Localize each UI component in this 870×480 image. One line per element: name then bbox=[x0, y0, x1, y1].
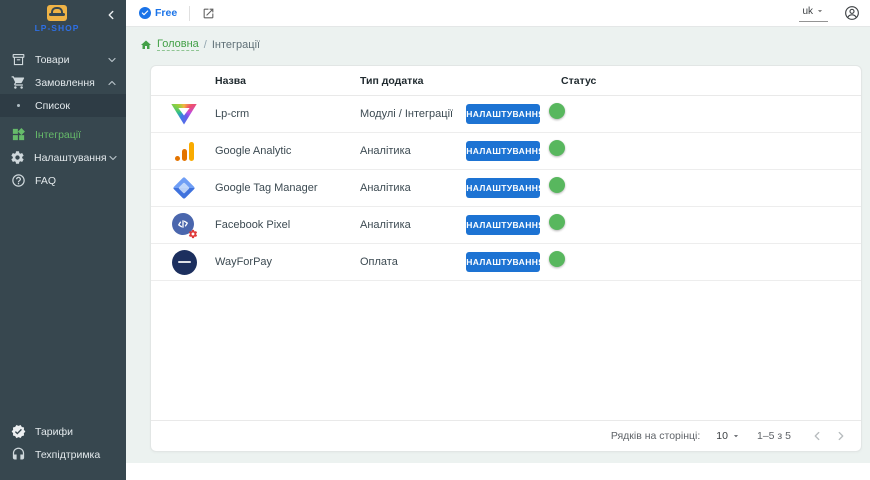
integration-type: Оплата bbox=[360, 256, 466, 268]
external-link-icon[interactable] bbox=[202, 7, 215, 20]
topbar: Free uk bbox=[126, 0, 870, 27]
app-window: LP-SHOP Товари Замовлення bbox=[0, 0, 870, 480]
widgets-icon bbox=[10, 127, 26, 143]
rows-per-page-label: Рядків на сторінці: bbox=[611, 430, 700, 442]
previous-page-icon[interactable] bbox=[809, 428, 825, 444]
sidebar-item-integrations[interactable]: Інтеграції bbox=[0, 123, 126, 146]
wayforpay-logo-icon bbox=[169, 250, 199, 275]
settings-button[interactable]: НАЛАШТУВАННЯ bbox=[466, 252, 540, 272]
header-status: Статус bbox=[561, 75, 847, 87]
integrations-card: Назва Тип додатка Статус Lp-crm Модулі /… bbox=[150, 65, 862, 452]
shop-bag-logo-icon bbox=[47, 5, 67, 21]
sidebar-item-products[interactable]: Товари bbox=[0, 48, 126, 71]
sidebar-item-label: Товари bbox=[35, 54, 106, 66]
integration-name: WayForPay bbox=[215, 256, 360, 268]
caret-down-icon bbox=[815, 6, 825, 16]
breadcrumb: Головна / Інтеграції bbox=[126, 27, 870, 51]
account-avatar-icon[interactable] bbox=[844, 5, 860, 21]
google-tag-manager-logo-icon bbox=[169, 180, 199, 196]
pagination-range: 1–5 з 5 bbox=[757, 430, 791, 442]
sidebar-subitem-list[interactable]: Список bbox=[0, 94, 126, 117]
sidebar-item-faq[interactable]: FAQ bbox=[0, 169, 126, 192]
rows-per-page-select[interactable]: 10 bbox=[716, 430, 741, 442]
google-analytics-logo-icon bbox=[169, 141, 199, 161]
settings-button[interactable]: НАЛАШТУВАННЯ bbox=[466, 104, 540, 124]
sidebar-nav: Товари Замовлення Список bbox=[0, 48, 126, 192]
logo-area: LP-SHOP bbox=[0, 0, 126, 46]
integration-name: Facebook Pixel bbox=[215, 219, 360, 231]
table-row: WayForPay Оплата НАЛАШТУВАННЯ bbox=[151, 244, 861, 281]
pagination-bar: Рядків на сторінці: 10 1–5 з 5 bbox=[151, 420, 861, 451]
archive-icon bbox=[10, 52, 26, 68]
sidebar-item-label: FAQ bbox=[35, 175, 118, 187]
sidebar-item-label: Інтеграції bbox=[35, 129, 118, 141]
check-badge-icon bbox=[139, 7, 151, 19]
settings-button[interactable]: НАЛАШТУВАННЯ bbox=[466, 215, 540, 235]
table-row: Facebook Pixel Аналітика НАЛАШТУВАННЯ bbox=[151, 207, 861, 244]
content-area: Головна / Інтеграції Назва Тип додатка С… bbox=[126, 27, 870, 463]
pagination-controls bbox=[809, 428, 849, 444]
breadcrumb-separator: / bbox=[204, 39, 207, 51]
language-value: uk bbox=[802, 6, 813, 17]
integration-type: Модулі / Інтеграції bbox=[360, 108, 466, 120]
topbar-divider bbox=[189, 6, 190, 21]
integration-name: Google Tag Manager bbox=[215, 182, 360, 194]
sidebar-item-label: Налаштування bbox=[34, 152, 107, 164]
gear-icon bbox=[10, 150, 25, 166]
sidebar-item-settings[interactable]: Налаштування bbox=[0, 146, 126, 169]
integration-name: Lp-crm bbox=[215, 108, 360, 120]
breadcrumb-current: Інтеграції bbox=[212, 39, 260, 51]
integration-type: Аналітика bbox=[360, 145, 466, 157]
rows-per-page-value: 10 bbox=[716, 430, 728, 442]
integration-type: Аналітика bbox=[360, 182, 466, 194]
header-name: Назва bbox=[215, 75, 360, 87]
sidebar-bottom: Тарифи Техпідтримка bbox=[0, 420, 126, 480]
integration-type: Аналітика bbox=[360, 219, 466, 231]
chevron-up-icon bbox=[106, 77, 118, 89]
table-row: Google Tag Manager Аналітика НАЛАШТУВАНН… bbox=[151, 170, 861, 207]
home-icon[interactable] bbox=[140, 39, 152, 51]
sidebar: LP-SHOP Товари Замовлення bbox=[0, 0, 126, 480]
facebook-pixel-logo-icon bbox=[169, 213, 199, 237]
settings-button[interactable]: НАЛАШТУВАННЯ bbox=[466, 178, 540, 198]
sidebar-item-orders[interactable]: Замовлення bbox=[0, 71, 126, 94]
verified-badge-icon bbox=[10, 424, 26, 440]
table-header: Назва Тип додатка Статус bbox=[151, 66, 861, 96]
language-select[interactable]: uk bbox=[799, 5, 828, 22]
plan-label: Free bbox=[155, 7, 177, 19]
breadcrumb-home-link[interactable]: Головна bbox=[157, 38, 199, 51]
sidebar-item-label: Замовлення bbox=[35, 77, 106, 89]
lpcrm-logo-icon bbox=[169, 104, 199, 125]
chevron-down-icon bbox=[107, 152, 119, 164]
collapse-sidebar-icon[interactable] bbox=[104, 8, 118, 22]
sidebar-item-label: Техпідтримка bbox=[35, 449, 118, 461]
help-icon bbox=[10, 173, 26, 189]
plan-badge[interactable]: Free bbox=[139, 7, 177, 19]
main-area: Free uk Головна / Інтеграції bbox=[126, 0, 870, 480]
sidebar-item-label: Список bbox=[35, 100, 118, 112]
headset-icon bbox=[10, 447, 26, 463]
chevron-down-icon bbox=[106, 54, 118, 66]
table-row: Lp-crm Модулі / Інтеграції НАЛАШТУВАННЯ bbox=[151, 96, 861, 133]
table-empty-space bbox=[151, 281, 861, 420]
table-row: Google Analytic Аналітика НАЛАШТУВАННЯ bbox=[151, 133, 861, 170]
settings-button[interactable]: НАЛАШТУВАННЯ bbox=[466, 141, 540, 161]
bullet-dot-icon bbox=[17, 104, 20, 107]
sidebar-item-label: Тарифи bbox=[35, 426, 118, 438]
sidebar-item-tariffs[interactable]: Тарифи bbox=[0, 420, 126, 443]
cart-icon bbox=[10, 75, 26, 91]
next-page-icon[interactable] bbox=[833, 428, 849, 444]
logo-text: LP-SHOP bbox=[0, 23, 120, 33]
caret-down-icon bbox=[731, 431, 741, 441]
integration-name: Google Analytic bbox=[215, 145, 360, 157]
sidebar-item-support[interactable]: Техпідтримка bbox=[0, 443, 126, 466]
header-type: Тип додатка bbox=[360, 75, 466, 87]
